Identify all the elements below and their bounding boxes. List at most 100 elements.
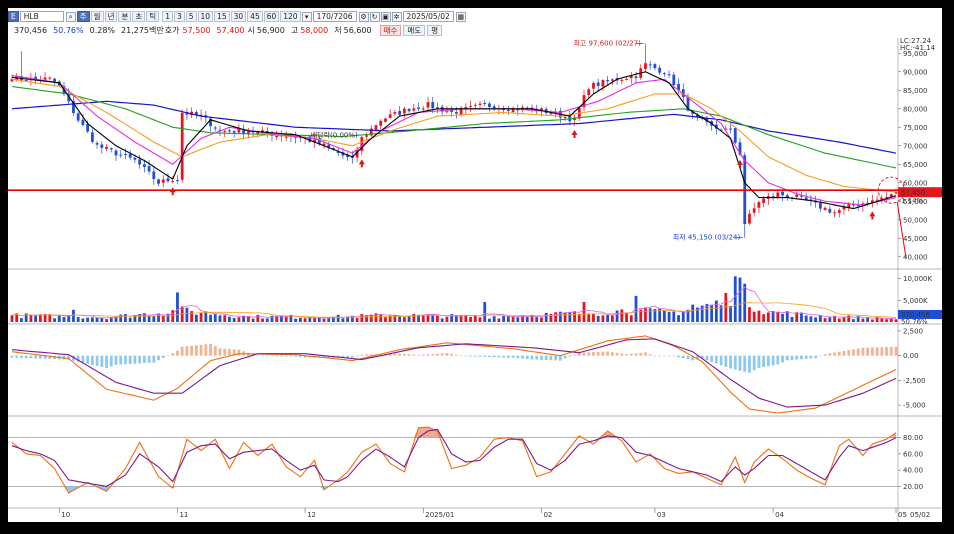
candle-body	[90, 132, 94, 142]
oscillator-bar	[138, 355, 142, 364]
oscillator-bar	[421, 354, 425, 356]
price-change-label: 1.14%	[901, 197, 924, 205]
oscillator-bar	[261, 355, 264, 357]
volume-bar	[10, 315, 14, 322]
volume-bar	[147, 316, 151, 322]
oscillator-bar	[478, 355, 482, 357]
candle-body	[166, 178, 170, 182]
candle-body	[733, 127, 737, 143]
oscillator-bar	[738, 355, 742, 371]
oscillator-bar	[766, 355, 770, 367]
stoch-tick-label: 40.00	[903, 467, 923, 475]
oscillator-bar	[393, 353, 397, 356]
signal-line	[11, 338, 897, 408]
volume-bar	[440, 318, 444, 322]
candle-body	[128, 153, 132, 158]
volume-bar	[606, 315, 610, 322]
candle-body	[412, 108, 416, 111]
candle-body	[781, 191, 784, 196]
oscillator-bar	[171, 353, 175, 356]
price-tick-label: 60,000	[903, 179, 928, 187]
volume-bar	[776, 311, 780, 322]
time-label: 2025/01	[425, 511, 454, 519]
stock-chart[interactable]: 95,00090,00085,00080,00075,00070,00065,0…	[8, 8, 942, 522]
candle-body	[232, 131, 236, 133]
oscillator-bar	[483, 355, 487, 357]
volume-bar	[587, 313, 591, 322]
volume-bar	[714, 300, 718, 322]
volume-bar	[90, 317, 94, 322]
volume-bar	[294, 318, 298, 322]
time-label: 03	[657, 511, 666, 519]
oscillator-bar	[265, 355, 269, 357]
volume-bar	[615, 310, 619, 322]
candle-body	[762, 198, 766, 204]
volume-bar	[795, 312, 799, 322]
candle-body	[823, 207, 827, 210]
volume-bar	[176, 292, 179, 322]
oscillator-bar	[870, 347, 874, 356]
volume-bar	[86, 317, 90, 322]
volume-bar	[483, 302, 487, 322]
volume-bar	[762, 314, 766, 322]
oscillator-bar	[549, 355, 553, 361]
oscillator-bar	[450, 353, 454, 356]
volume-bar	[464, 314, 468, 322]
volume-bar	[218, 315, 222, 322]
candle-body	[672, 74, 676, 86]
candle-body	[114, 150, 118, 156]
volume-bar	[596, 315, 600, 322]
oscillator-bar	[275, 355, 279, 357]
candle-body	[86, 123, 90, 132]
oscillator-bar	[885, 347, 888, 356]
candle-body	[748, 213, 751, 224]
oscillator-bar	[194, 345, 198, 356]
volume-bar	[72, 309, 75, 322]
macd-tick-label: 2,500	[903, 327, 923, 335]
low-label: 최저 45,150 (03/24)	[673, 233, 741, 242]
oscillator-bar	[516, 355, 520, 359]
volume-bar	[322, 318, 326, 322]
volume-bar	[568, 312, 572, 322]
oscillator-bar	[454, 354, 458, 356]
candle-body	[625, 79, 628, 81]
candle-body	[393, 112, 397, 114]
price-tick-label: 40,000	[903, 253, 928, 261]
volume-bar	[355, 317, 359, 322]
volume-tick-label: 10,000K	[903, 275, 932, 283]
oscillator-bar	[488, 355, 491, 358]
oscillator-bar	[95, 355, 99, 366]
candle-body	[596, 82, 600, 86]
candles	[10, 43, 898, 238]
oscillator-bar	[795, 355, 799, 360]
candle-body	[379, 120, 383, 126]
oscillator-bar	[298, 355, 302, 358]
volume-bar	[573, 311, 576, 322]
oscillator-bar	[280, 355, 283, 357]
oscillator-bar	[852, 349, 855, 356]
price-tick-label: 70,000	[903, 142, 928, 150]
volume-bar	[161, 315, 165, 322]
oscillator-bar	[426, 354, 430, 356]
volume-bar	[837, 318, 841, 322]
oscillator-bar	[625, 354, 628, 356]
oscillator-bar	[823, 354, 827, 356]
candle-body	[795, 194, 799, 197]
oscillator-bar	[81, 355, 85, 363]
candle-body	[828, 208, 832, 213]
oscillator-bar	[147, 355, 151, 363]
volume-bar	[610, 315, 614, 322]
candle-body	[450, 110, 454, 112]
oscillator-bar	[346, 355, 350, 358]
oscillator-bar	[596, 351, 600, 356]
time-label: 05	[898, 511, 907, 519]
volume-bar	[298, 317, 302, 322]
candle-body	[213, 127, 217, 129]
candle-body	[124, 154, 127, 156]
oscillator-bar	[176, 350, 179, 356]
volume-bar	[270, 315, 274, 322]
volume-tick-label: 5,000K	[903, 297, 928, 305]
volume-bar	[48, 314, 52, 322]
candle-body	[105, 146, 108, 149]
oscillator-bar	[639, 352, 643, 356]
